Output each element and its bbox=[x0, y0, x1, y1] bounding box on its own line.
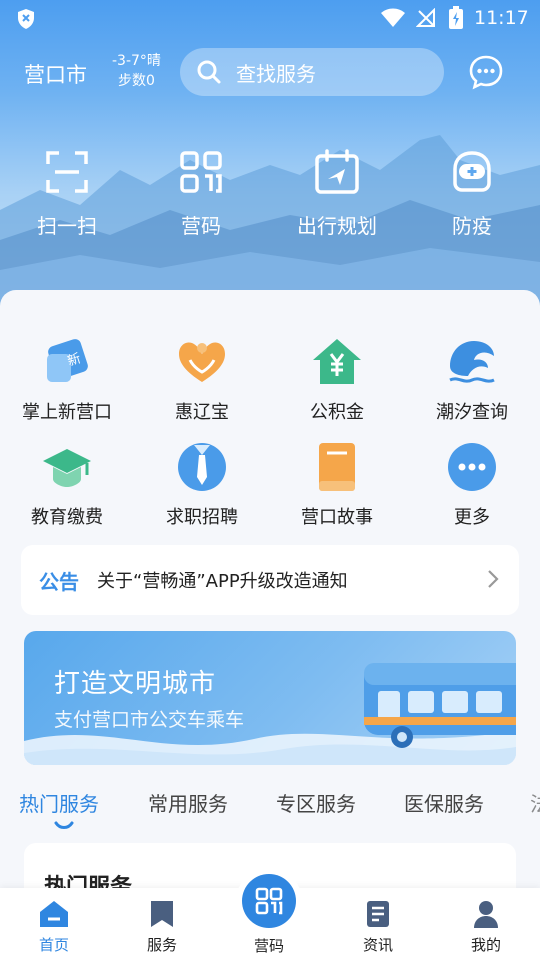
chevron-right-icon bbox=[488, 570, 499, 588]
signal-icon bbox=[416, 8, 435, 27]
step-count: 步数0 bbox=[118, 73, 155, 89]
calendar-navigation-icon bbox=[315, 149, 359, 194]
service-tabs: 热门服务 常用服务 专区服务 医保服务 法 bbox=[0, 788, 540, 832]
battery-charging-icon bbox=[449, 6, 463, 29]
tab-medical-insurance[interactable]: 医保服务 bbox=[404, 788, 484, 817]
notice-tag: 公告 bbox=[39, 569, 79, 594]
heart-hands-icon bbox=[179, 342, 225, 382]
service-label: 营口故事 bbox=[301, 507, 373, 528]
service-label: 教育缴费 bbox=[31, 507, 103, 528]
service-label: 更多 bbox=[454, 507, 490, 528]
quick-action-label: 营码 bbox=[181, 214, 221, 238]
message-icon[interactable] bbox=[468, 54, 504, 90]
weather-temperature: -3-7°晴 bbox=[112, 53, 161, 69]
nav-label: 服务 bbox=[146, 936, 177, 954]
quick-action-label: 出行规划 bbox=[297, 214, 377, 238]
book-icon bbox=[319, 443, 355, 491]
banner-title: 打造文明城市 bbox=[54, 669, 217, 699]
more-dots-icon bbox=[448, 443, 496, 491]
nav-qr-code-button[interactable] bbox=[242, 874, 296, 928]
nav-news[interactable]: 资讯 bbox=[338, 898, 418, 955]
service-label: 潮汐查询 bbox=[436, 402, 508, 423]
quick-action-qr[interactable]: 营码 bbox=[151, 148, 251, 239]
bus-illustration-icon bbox=[364, 663, 516, 748]
service-label: 公积金 bbox=[310, 402, 364, 423]
service-stories[interactable]: 营口故事 bbox=[270, 441, 404, 529]
city-selector[interactable]: 营口市 bbox=[24, 59, 87, 89]
tab-hot-services[interactable]: 热门服务 bbox=[19, 788, 99, 817]
qr-code-icon bbox=[180, 151, 222, 193]
nav-label: 营码 bbox=[253, 937, 284, 955]
tie-icon bbox=[178, 443, 226, 491]
nav-home[interactable]: 首页 bbox=[14, 898, 94, 955]
wave-icon bbox=[449, 341, 495, 383]
graduation-cap-icon bbox=[43, 449, 91, 487]
house-yuan-icon bbox=[313, 339, 361, 384]
tab-legal[interactable]: 法 bbox=[530, 788, 540, 817]
nav-services[interactable]: 服务 bbox=[122, 898, 202, 955]
nav-label: 我的 bbox=[470, 936, 501, 954]
weather-widget[interactable]: -3-7°晴 步数0 bbox=[112, 51, 161, 91]
search-placeholder: 查找服务 bbox=[236, 61, 316, 86]
wifi-icon bbox=[381, 8, 405, 27]
search-input[interactable]: 查找服务 bbox=[180, 48, 444, 96]
service-label: 惠辽宝 bbox=[175, 402, 229, 423]
nav-mine[interactable]: 我的 bbox=[446, 898, 526, 955]
nav-label: 首页 bbox=[38, 936, 69, 954]
service-huiliaobao[interactable]: 惠辽宝 bbox=[135, 336, 269, 424]
banner-subtitle: 支付营口市公交车乘车 bbox=[54, 709, 245, 731]
shield-icon bbox=[18, 9, 34, 29]
qr-code-icon bbox=[255, 887, 283, 915]
service-more[interactable]: 更多 bbox=[405, 441, 539, 529]
scan-icon bbox=[46, 151, 88, 193]
service-label: 求职招聘 bbox=[166, 507, 238, 528]
service-tide[interactable]: 潮汐查询 bbox=[405, 336, 539, 424]
home-icon bbox=[40, 901, 68, 927]
tab-zone-services[interactable]: 专区服务 bbox=[276, 788, 356, 817]
news-icon bbox=[367, 901, 389, 927]
status-time: 11:17 bbox=[474, 7, 529, 29]
quick-action-label: 扫一扫 bbox=[37, 214, 97, 238]
bookmark-icon bbox=[151, 901, 173, 927]
tab-indicator bbox=[54, 821, 74, 829]
quick-action-travel-plan[interactable]: 出行规划 bbox=[287, 148, 387, 239]
user-icon bbox=[474, 901, 498, 928]
notice-text: 关于“营畅通”APP升级改造通知 bbox=[97, 571, 348, 592]
service-label: 掌上新营口 bbox=[22, 402, 112, 423]
service-education-payment[interactable]: 教育缴费 bbox=[0, 441, 134, 529]
service-job[interactable]: 求职招聘 bbox=[135, 441, 269, 529]
medical-helmet-icon bbox=[453, 151, 491, 192]
tab-common-services[interactable]: 常用服务 bbox=[148, 788, 228, 817]
service-news[interactable]: 新 掌上新营口 bbox=[0, 336, 134, 424]
service-housing-fund[interactable]: 公积金 bbox=[270, 336, 404, 424]
search-icon bbox=[197, 60, 221, 84]
quick-action-epidemic[interactable]: 防疫 bbox=[422, 148, 522, 239]
promo-banner[interactable]: 打造文明城市 支付营口市公交车乘车 bbox=[24, 631, 516, 765]
quick-action-label: 防疫 bbox=[452, 214, 492, 238]
news-tag-icon: 新 bbox=[47, 339, 88, 382]
notice-bar[interactable]: 公告 关于“营畅通”APP升级改造通知 bbox=[21, 545, 519, 615]
status-bar: 11:17 bbox=[0, 0, 540, 38]
quick-action-scan[interactable]: 扫一扫 bbox=[17, 148, 117, 239]
nav-label: 资讯 bbox=[362, 936, 393, 954]
